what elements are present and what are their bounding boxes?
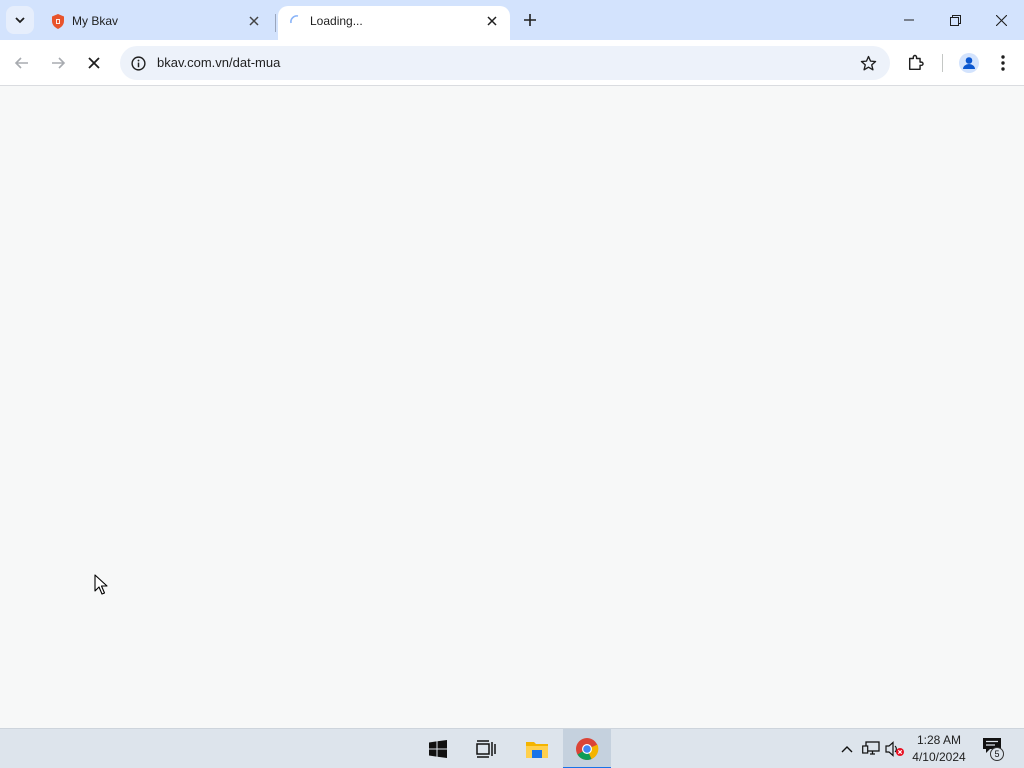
tab-my-bkav[interactable]: My Bkav	[40, 6, 272, 40]
back-button[interactable]	[8, 49, 36, 77]
windows-start-icon	[429, 740, 447, 758]
close-tab-icon[interactable]	[244, 11, 264, 31]
close-icon	[995, 14, 1007, 26]
minimize-icon	[904, 19, 914, 21]
toolbar-separator	[942, 54, 943, 72]
chrome-icon	[576, 738, 599, 760]
kebab-menu-icon	[1001, 55, 1005, 71]
arrow-left-icon	[14, 57, 28, 69]
system-clock[interactable]: 1:28 AM 4/10/2024	[906, 732, 972, 766]
tab-title: Loading...	[310, 14, 363, 28]
browser-toolbar: bkav.com.vn/dat-mua	[0, 40, 1024, 86]
chrome-menu-button[interactable]	[990, 50, 1016, 76]
tab-loading[interactable]: Loading...	[278, 6, 510, 40]
arrow-right-icon	[52, 57, 66, 69]
task-view-icon	[476, 740, 496, 758]
show-hidden-icons-button[interactable]	[837, 738, 857, 760]
windows-taskbar: 1:28 AM 4/10/2024 5	[0, 728, 1024, 768]
file-explorer-icon	[526, 742, 548, 758]
puzzle-icon	[908, 54, 924, 71]
bookmark-star-icon[interactable]	[858, 53, 878, 73]
close-window-button[interactable]	[978, 0, 1024, 40]
mouse-cursor-icon	[94, 574, 108, 595]
volume-muted-icon	[885, 741, 904, 757]
notification-count-badge: 5	[990, 747, 1004, 761]
minimize-button[interactable]	[886, 0, 932, 40]
chevron-up-icon	[841, 746, 853, 753]
task-view-button[interactable]	[462, 729, 510, 768]
clock-date: 4/10/2024	[912, 750, 966, 764]
file-explorer-button[interactable]	[513, 729, 561, 768]
url-text[interactable]: bkav.com.vn/dat-mua	[157, 55, 280, 70]
tab-search-button[interactable]	[6, 6, 34, 34]
action-center-button[interactable]: 5	[978, 737, 1008, 763]
clock-time: 1:28 AM	[916, 733, 962, 747]
plus-icon	[524, 14, 536, 26]
tab-strip: My Bkav Loading...	[0, 0, 1024, 40]
network-button[interactable]	[861, 738, 881, 760]
stop-loading-button[interactable]	[80, 49, 108, 77]
chrome-taskbar-button[interactable]	[563, 729, 611, 768]
address-bar[interactable]: bkav.com.vn/dat-mua	[120, 46, 890, 80]
extensions-button[interactable]	[903, 50, 929, 76]
volume-button[interactable]	[885, 738, 905, 760]
site-info-icon[interactable]	[128, 53, 148, 73]
tab-separator	[275, 14, 276, 32]
new-tab-button[interactable]	[518, 8, 542, 32]
tab-title: My Bkav	[72, 14, 119, 28]
avatar-icon	[959, 53, 979, 73]
start-button[interactable]	[414, 729, 462, 768]
restore-icon	[949, 14, 961, 26]
page-content-area	[0, 87, 1024, 728]
bkav-shield-icon	[50, 13, 66, 29]
profile-button[interactable]	[956, 50, 982, 76]
restore-button[interactable]	[932, 0, 978, 40]
network-icon	[862, 741, 880, 755]
forward-button[interactable]	[44, 49, 72, 77]
loading-spinner-icon	[288, 13, 304, 29]
close-icon	[88, 57, 100, 69]
close-tab-icon[interactable]	[482, 11, 502, 31]
chevron-down-icon	[15, 17, 25, 24]
